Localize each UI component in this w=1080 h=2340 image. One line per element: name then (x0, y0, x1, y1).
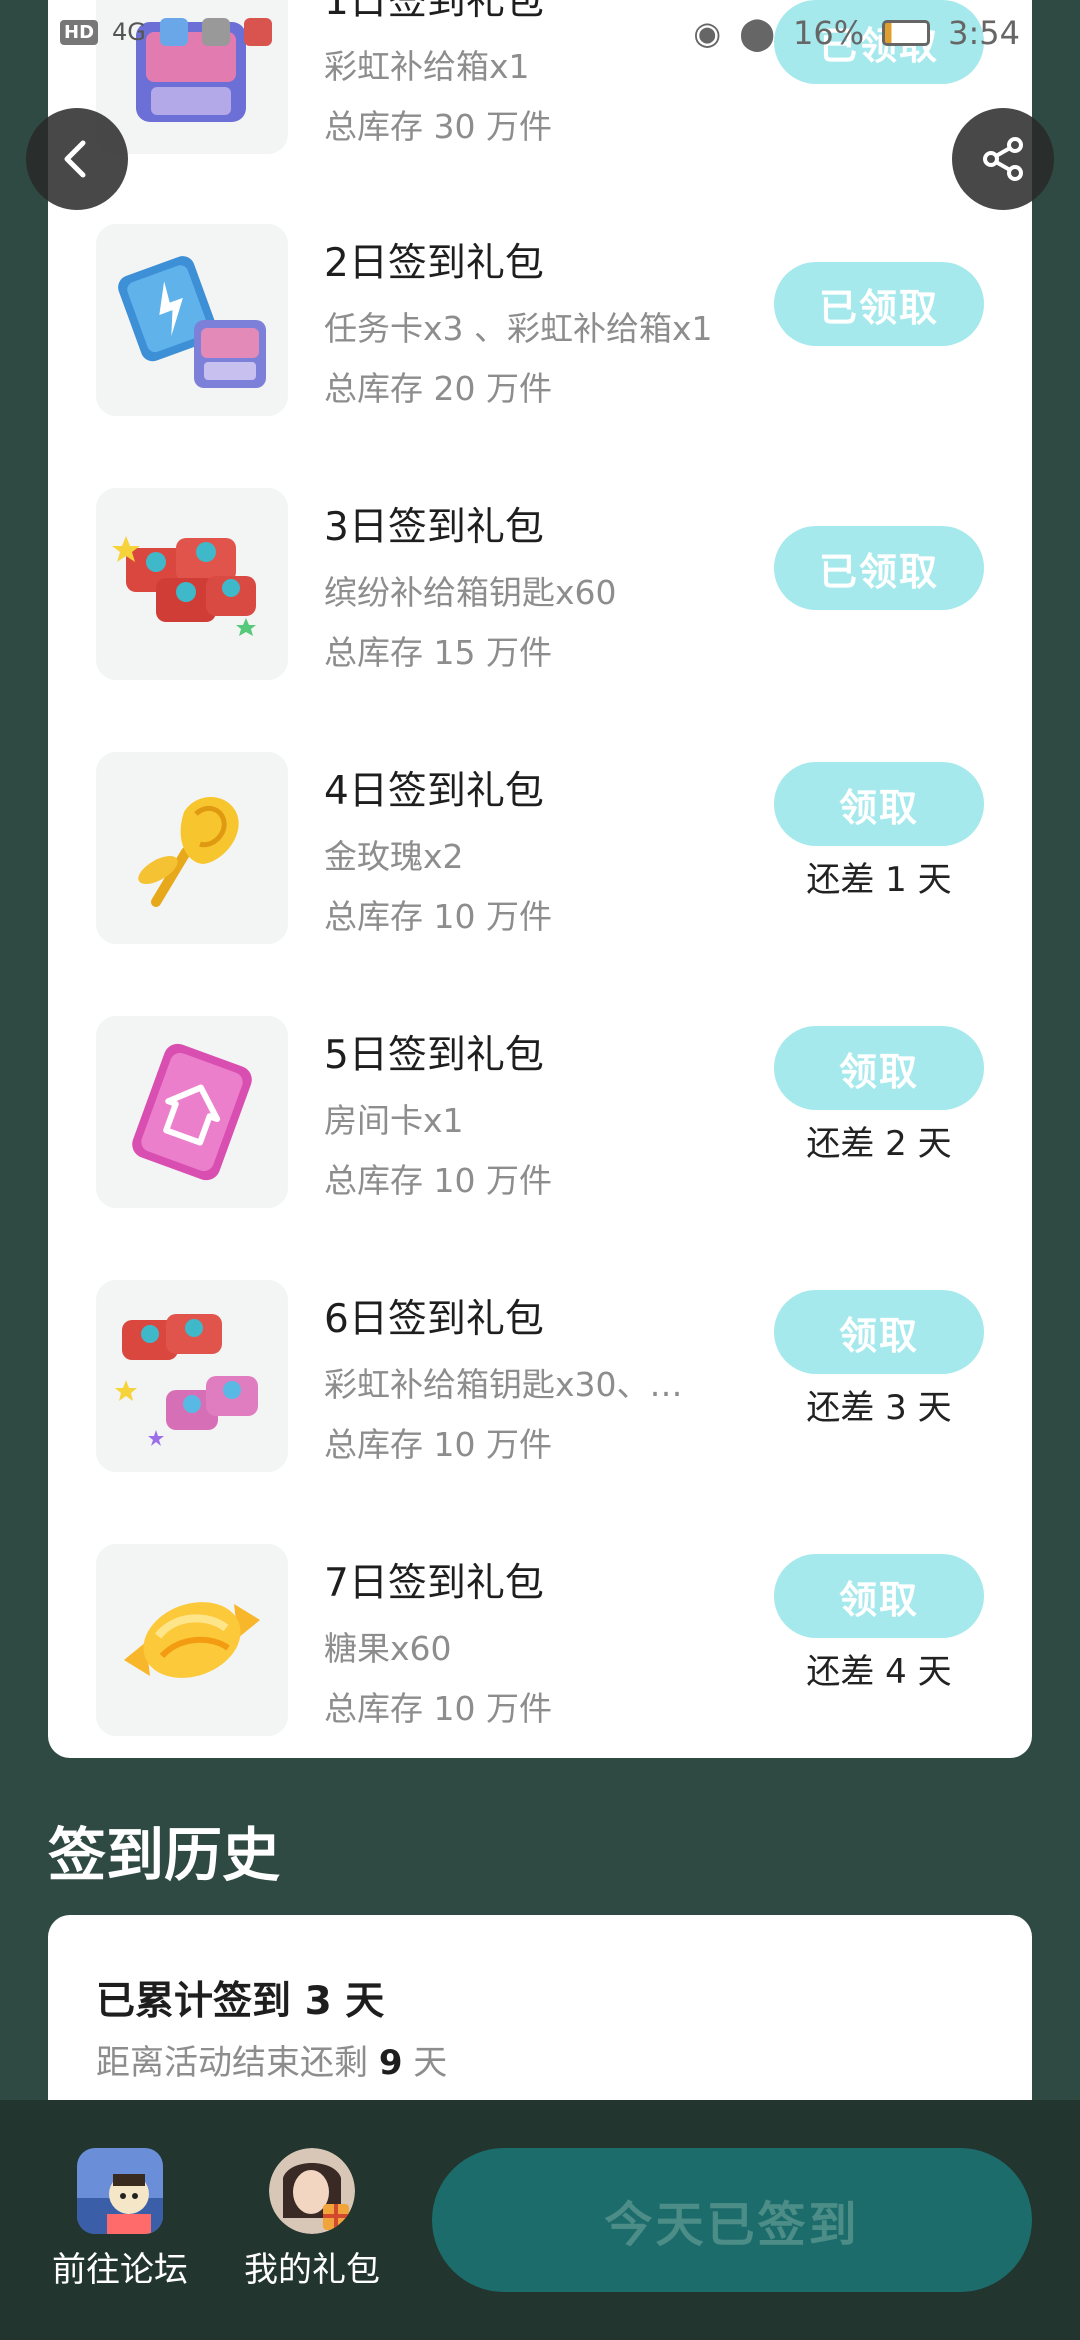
gift-stock: 总库存 10 万件 (324, 1689, 552, 1728)
gift-row-day6: 6日签到礼包 彩虹补给箱钥匙x30、… 总库存 10 万件 领取 还差 3 天 (48, 1258, 1032, 1478)
gift-list-card: 1日签到礼包 彩虹补给箱x1 总库存 30 万件 已领取 2日签到礼包 任务卡x… (48, 0, 1032, 1758)
eye-icon: ◉ (693, 14, 722, 52)
supply-keys-icon (96, 488, 288, 680)
battery-icon (882, 20, 931, 46)
days-left-label: 还差 1 天 (806, 860, 952, 900)
battery-level: 16% (793, 14, 865, 52)
page: 1日签到礼包 彩虹补给箱x1 总库存 30 万件 已领取 2日签到礼包 任务卡x… (0, 0, 1080, 2340)
gift-desc: 任务卡x3 、彩虹补给箱x1 (324, 309, 713, 348)
remaining-suffix: 天 (413, 2043, 448, 2083)
gift-row-day3: 3日签到礼包 缤纷补给箱钥匙x60 总库存 15 万件 已领取 (48, 466, 1032, 686)
gift-desc: 房间卡x1 (324, 1101, 464, 1140)
gift-row-day5: 5日签到礼包 房间卡x1 总库存 10 万件 领取 还差 2 天 (48, 994, 1032, 1214)
claim-button[interactable]: 领取 (774, 762, 984, 846)
network-label: 4G (112, 18, 146, 46)
gift-row-day7: 7日签到礼包 糖果x60 总库存 10 万件 领取 还差 4 天 (48, 1522, 1032, 1742)
hd-icon: HD (60, 19, 99, 45)
gift-desc: 缤纷补给箱钥匙x60 (324, 573, 617, 612)
room-card-icon (96, 1016, 288, 1208)
clock: 3:54 (948, 14, 1020, 52)
share-icon (983, 137, 1023, 181)
gift-stock: 总库存 30 万件 (324, 107, 552, 146)
gift-desc: 金玫瑰x2 (324, 837, 464, 876)
claim-button[interactable]: 领取 (774, 1554, 984, 1638)
gift-stock: 总库存 20 万件 (324, 369, 552, 408)
forum-nav[interactable]: 前往论坛 (30, 2148, 210, 2291)
gift-stock: 总库存 10 万件 (324, 1425, 552, 1464)
remaining-days: 9 (378, 2043, 403, 2083)
gift-title: 3日签到礼包 (324, 505, 544, 550)
chevron-left-icon (64, 140, 86, 178)
gift-title: 7日签到礼包 (324, 1561, 544, 1606)
gift-title: 5日签到礼包 (324, 1033, 544, 1078)
app-icon (243, 18, 272, 46)
history-title: 签到历史 (48, 1821, 281, 1889)
claim-button[interactable]: 领取 (774, 1290, 984, 1374)
candy-icon (96, 1544, 288, 1736)
gift-stock: 总库存 10 万件 (324, 1161, 552, 1200)
my-gifts-nav[interactable]: 我的礼包 (222, 2148, 402, 2291)
claim-button[interactable]: 领取 (774, 1026, 984, 1110)
gift-title: 4日签到礼包 (324, 769, 544, 814)
total-signin-days: 已累计签到 3 天 (96, 1979, 385, 2024)
gold-rose-icon (96, 752, 288, 944)
forum-label: 前往论坛 (52, 2250, 188, 2290)
share-button[interactable] (952, 108, 1054, 210)
gift-row-day4: 4日签到礼包 金玫瑰x2 总库存 10 万件 领取 还差 1 天 (48, 730, 1032, 950)
claimed-button[interactable]: 已领取 (774, 262, 984, 346)
status-right: ◉ ⬤ 16% 3:54 (693, 14, 1020, 52)
days-left-label: 还差 4 天 (806, 1652, 952, 1692)
gift-desc: 糖果x60 (324, 1629, 452, 1668)
rainbow-keys-icon (96, 1280, 288, 1472)
signed-today-button[interactable]: 今天已签到 (432, 2148, 1032, 2292)
back-button[interactable] (26, 108, 128, 210)
days-left-label: 还差 3 天 (806, 1388, 952, 1428)
gift-title: 2日签到礼包 (324, 241, 544, 286)
gift-title: 6日签到礼包 (324, 1297, 544, 1342)
task-card-and-box-icon (96, 224, 288, 416)
gift-stock: 总库存 15 万件 (324, 633, 552, 672)
status-bar: HD 4G ◉ ⬤ 16% 3:54 (0, 0, 1080, 70)
notification-icon (159, 18, 188, 46)
my-gifts-icon (269, 2148, 355, 2234)
claimed-button[interactable]: 已领取 (774, 526, 984, 610)
forum-icon (77, 2148, 163, 2234)
gift-desc: 彩虹补给箱钥匙x30、… (324, 1365, 683, 1404)
gift-stock: 总库存 10 万件 (324, 897, 552, 936)
wechat-icon (201, 18, 230, 46)
location-icon: ⬤ (739, 14, 776, 52)
remaining-prefix: 距离活动结束还剩 (96, 2043, 368, 2083)
remaining-days-text: 距离活动结束还剩 9 天 (96, 2035, 447, 2084)
status-left: HD 4G (60, 18, 272, 46)
bottom-bar: 前往论坛 我的礼包 今天已签到 (0, 2100, 1080, 2340)
my-gifts-label: 我的礼包 (244, 2250, 380, 2290)
gift-row-day2: 2日签到礼包 任务卡x3 、彩虹补给箱x1 总库存 20 万件 已领取 (48, 202, 1032, 422)
days-left-label: 还差 2 天 (806, 1124, 952, 1164)
